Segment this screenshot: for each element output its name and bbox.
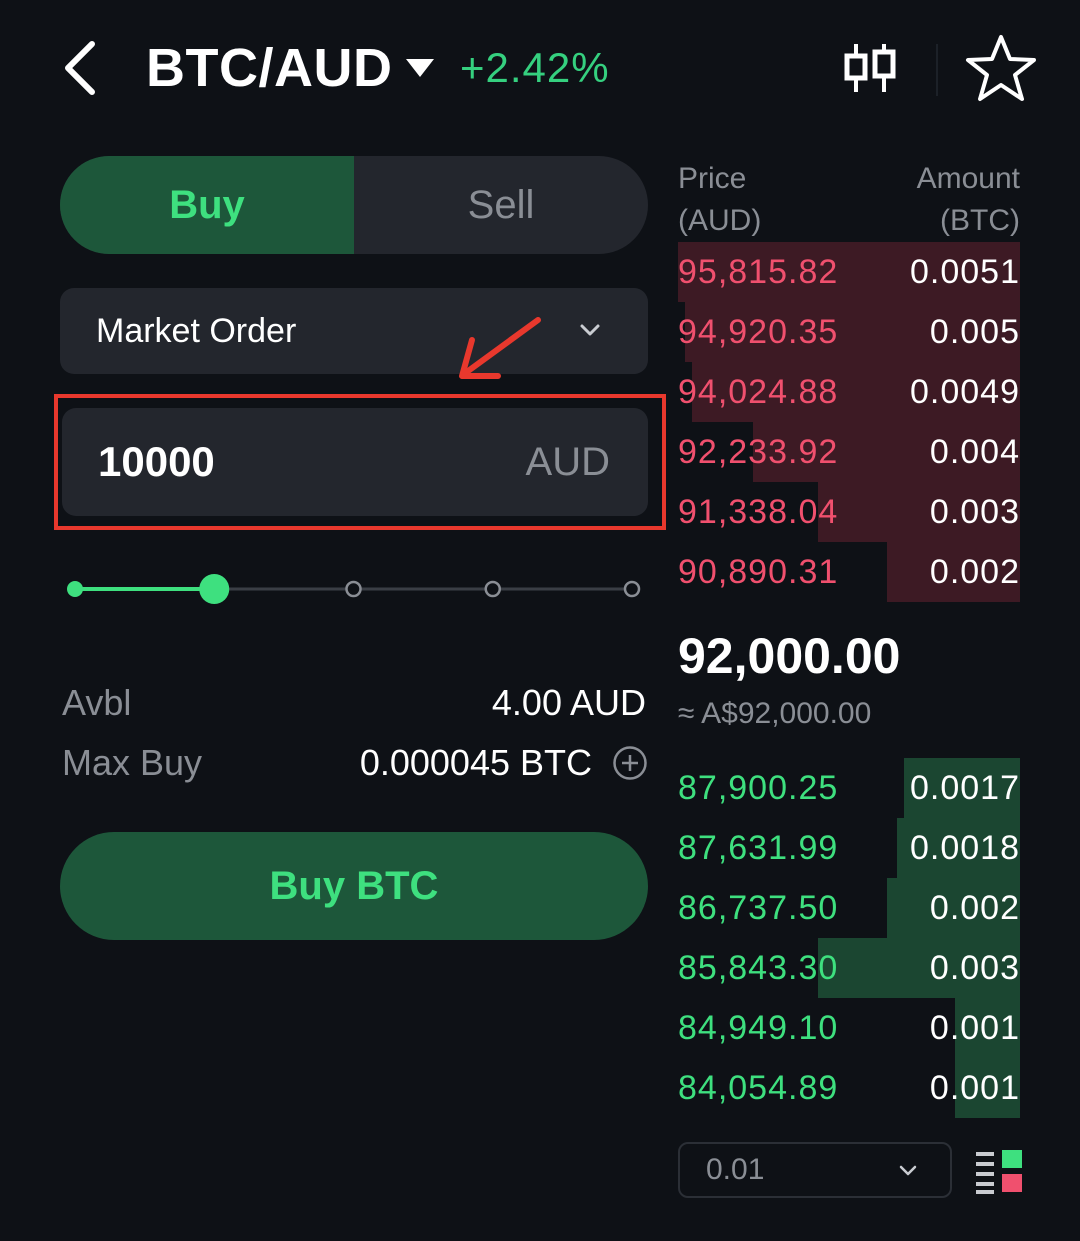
- ask-amount: 0.004: [929, 433, 1020, 471]
- plus-circle-icon[interactable]: [612, 745, 648, 781]
- bid-price: 87,900.25: [678, 769, 839, 807]
- candlestick-chart-icon[interactable]: [840, 40, 900, 96]
- last-price[interactable]: 92,000.00: [678, 626, 900, 686]
- tab-sell[interactable]: Sell: [354, 156, 648, 254]
- price-header: Price: [678, 162, 747, 195]
- slider-step[interactable]: [345, 580, 362, 598]
- max-buy-label: Max Buy: [62, 742, 203, 783]
- bid-row[interactable]: 84,054.89 0.001: [678, 1058, 1020, 1118]
- chevron-down-icon: [580, 324, 600, 336]
- pair-title[interactable]: BTC/AUD: [146, 36, 392, 100]
- ask-price: 90,890.31: [678, 553, 839, 591]
- slider-handle[interactable]: [199, 574, 230, 604]
- header-divider: [936, 44, 938, 96]
- available-value: 4.00 AUD: [491, 682, 646, 723]
- price-change: +2.42%: [460, 44, 610, 91]
- ask-row[interactable]: 94,920.35 0.005: [678, 302, 1020, 362]
- amount-header: Amount: [916, 162, 1020, 195]
- bid-row[interactable]: 87,631.99 0.0018: [678, 818, 1020, 878]
- slider-step-filled[interactable]: [67, 581, 83, 597]
- ask-amount: 0.005: [929, 313, 1020, 351]
- bid-row[interactable]: 86,737.50 0.002: [678, 878, 1020, 938]
- orderbook-layout-icon[interactable]: [976, 1150, 1022, 1194]
- back-icon[interactable]: [58, 38, 104, 98]
- available-label: Avbl: [62, 682, 132, 723]
- ask-amount: 0.0051: [910, 253, 1020, 291]
- bid-amount: 0.003: [929, 949, 1020, 987]
- bid-amount: 0.002: [929, 889, 1020, 927]
- slider-step[interactable]: [484, 580, 501, 598]
- annotation-highlight-box: [54, 394, 666, 530]
- bid-amount: 0.001: [929, 1009, 1020, 1047]
- ask-row[interactable]: 94,024.88 0.0049: [678, 362, 1020, 422]
- price-header-unit: (AUD): [678, 204, 762, 237]
- bid-row[interactable]: 85,843.30 0.003: [678, 938, 1020, 998]
- order-type-select[interactable]: Market Order: [60, 288, 648, 374]
- bid-amount: 0.0018: [910, 829, 1020, 867]
- ask-amount: 0.0049: [910, 373, 1020, 411]
- ask-row[interactable]: 95,815.82 0.0051: [678, 242, 1020, 302]
- bid-price: 84,054.89: [678, 1069, 839, 1107]
- depth-step-value: 0.01: [706, 1153, 765, 1186]
- bid-price: 86,737.50: [678, 889, 839, 927]
- amount-slider[interactable]: [60, 570, 650, 610]
- buy-btc-button[interactable]: Buy BTC: [60, 832, 648, 940]
- ask-price: 92,233.92: [678, 433, 839, 471]
- ask-price: 94,024.88: [678, 373, 839, 411]
- star-icon[interactable]: [964, 32, 1038, 106]
- ask-row[interactable]: 90,890.31 0.002: [678, 542, 1020, 602]
- ask-row[interactable]: 92,233.92 0.004: [678, 422, 1020, 482]
- annotation-arrow-icon: [459, 317, 541, 379]
- ask-price: 95,815.82: [678, 253, 839, 291]
- dropdown-caret-icon[interactable]: [404, 56, 436, 80]
- tab-buy[interactable]: Buy: [60, 156, 354, 254]
- ask-amount: 0.003: [929, 493, 1020, 531]
- buy-sell-toggle: Buy Sell: [60, 156, 648, 254]
- ask-row[interactable]: 91,338.04 0.003: [678, 482, 1020, 542]
- ask-price: 94,920.35: [678, 313, 839, 351]
- order-type-label: Market Order: [96, 312, 297, 350]
- slider-step[interactable]: [623, 580, 641, 598]
- bid-amount: 0.001: [929, 1069, 1020, 1107]
- depth-step-select[interactable]: 0.01: [678, 1142, 952, 1198]
- max-buy-value: 0.000045 BTC: [359, 742, 592, 783]
- bid-row[interactable]: 84,949.10 0.001: [678, 998, 1020, 1058]
- last-price-fiat: ≈ A$92,000.00: [678, 697, 872, 730]
- bid-row[interactable]: 87,900.25 0.0017: [678, 758, 1020, 818]
- amount-header-unit: (BTC): [940, 204, 1020, 237]
- chevron-down-icon: [899, 1165, 917, 1176]
- bid-price: 87,631.99: [678, 829, 839, 867]
- bid-price: 85,843.30: [678, 949, 839, 987]
- bid-price: 84,949.10: [678, 1009, 839, 1047]
- ask-amount: 0.002: [929, 553, 1020, 591]
- ask-price: 91,338.04: [678, 493, 839, 531]
- bid-amount: 0.0017: [910, 769, 1020, 807]
